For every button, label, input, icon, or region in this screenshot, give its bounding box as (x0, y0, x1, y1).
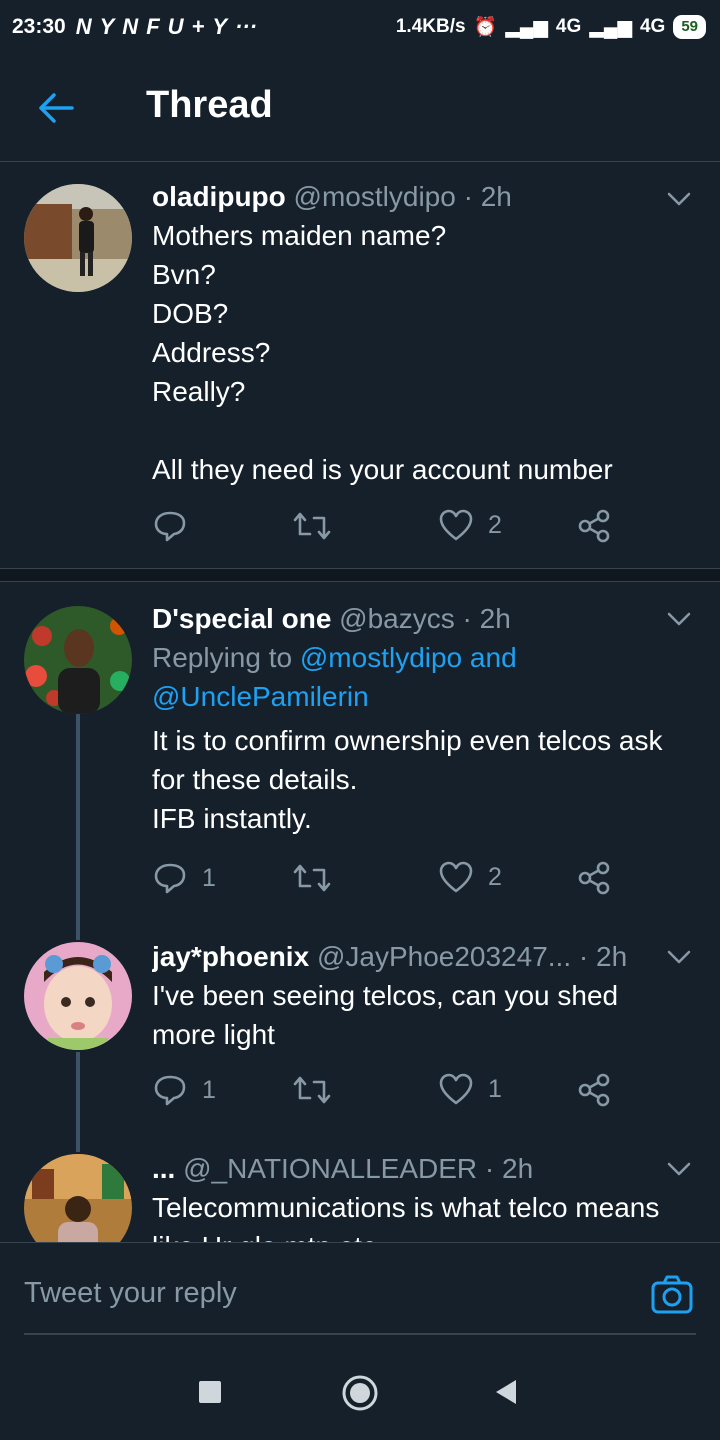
reply-input-underline (24, 1333, 696, 1335)
back-arrow-icon (39, 93, 74, 123)
notification-icon: ··· (235, 14, 258, 39)
user-handle[interactable]: @JayPhoe203247... (317, 941, 571, 972)
network-speed: 1.4KB/s (395, 16, 466, 37)
mention-link[interactable]: @UnclePamilerin (152, 681, 369, 712)
alarm-icon: ⏰ (473, 17, 498, 38)
tweet-text: It is to confirm ownership even telcos a… (152, 725, 663, 834)
like-button[interactable]: 2 (438, 860, 502, 894)
chevron-down-icon[interactable] (664, 604, 694, 634)
chevron-down-icon[interactable] (664, 184, 694, 214)
avatar[interactable] (24, 606, 132, 714)
notification-icon: N (122, 14, 139, 39)
like-count: 1 (488, 1074, 502, 1103)
tweet-text: Telecommunications is what telco means l… (152, 1192, 660, 1242)
notification-icon: F (146, 14, 160, 39)
nav-recents-icon[interactable] (198, 1380, 222, 1404)
reply-icon (154, 511, 186, 542)
replying-label: Replying to (152, 642, 293, 673)
notification-icon: Y (99, 14, 115, 39)
reply-composer: Tweet your reply (0, 1242, 720, 1342)
user-name[interactable]: ... (152, 1153, 175, 1184)
tweet-time: · 2h (578, 941, 628, 972)
retweet-icon (293, 864, 331, 892)
retweet-button[interactable] (292, 1072, 332, 1108)
camera-button[interactable] (650, 1273, 694, 1317)
battery-icon: 59 (673, 15, 706, 39)
like-button[interactable]: 2 (438, 508, 502, 542)
share-icon (578, 509, 610, 543)
tweet-header: jay*phoenix @JayPhoe203247... · 2h (152, 938, 680, 976)
tweet-time: · 2h (462, 603, 511, 634)
system-nav-bar (0, 1342, 720, 1440)
reply-button[interactable] (152, 508, 202, 544)
avatar[interactable] (24, 1154, 132, 1242)
signal-icon: ▂▄▆ (589, 16, 632, 38)
retweet-button[interactable] (292, 860, 332, 896)
share-button[interactable] (576, 508, 612, 544)
tweet-header: ... @_NATIONALLEADER · 2h (152, 1150, 680, 1188)
replying-and[interactable]: and (470, 642, 517, 673)
chevron-down-icon[interactable] (664, 942, 694, 972)
camera-icon (651, 1275, 693, 1314)
reply-icon (154, 1075, 186, 1106)
reply-count: 1 (202, 1075, 216, 1104)
tweet-header: D'special one @bazycs · 2h (152, 600, 680, 638)
notification-icon: N (75, 14, 92, 39)
notification-icon: + (191, 14, 205, 39)
network-type: 4G (639, 16, 666, 37)
retweet-icon (293, 512, 331, 540)
tweet-header: oladipupo @mostlydipo · 2h (152, 178, 680, 216)
user-handle[interactable]: @mostlydipo (294, 181, 456, 212)
like-count: 2 (488, 862, 502, 891)
reply-count: 1 (202, 863, 216, 892)
retweet-icon (293, 1076, 331, 1104)
user-handle[interactable]: @bazycs (339, 603, 455, 634)
nav-home-icon[interactable] (341, 1374, 379, 1412)
tweet[interactable]: D'special one @bazycs · 2h Replying to @… (0, 582, 720, 922)
notification-icons: N Y N F U + Y ··· (76, 14, 257, 40)
signal-icon: ▂▄▆ (505, 16, 548, 38)
tweet[interactable]: jay*phoenix @JayPhoe203247... · 2h I've … (0, 922, 720, 1142)
notification-icon: U (167, 14, 184, 39)
network-type: 4G (555, 16, 582, 37)
top-app-bar: Thread (0, 54, 720, 162)
tweet-time: · 2h (484, 1153, 534, 1184)
share-icon (578, 1073, 610, 1107)
replying-to: Replying to @mostlydipo and @UnclePamile… (152, 638, 680, 716)
notification-icon: Y (212, 14, 228, 39)
tweet-text: Mothers maiden name? Bvn? DOB? Address? … (152, 220, 613, 485)
reply-button[interactable]: 1 (152, 860, 216, 896)
mention-link[interactable]: @mostlydipo (300, 642, 462, 673)
like-button[interactable]: 1 (438, 1072, 502, 1106)
user-handle[interactable]: @_NATIONALLEADER (183, 1153, 477, 1184)
tweet[interactable]: ... @_NATIONALLEADER · 2h Telecommunicat… (0, 1142, 720, 1242)
reply-icon (154, 863, 186, 894)
share-button[interactable] (576, 1072, 612, 1108)
retweet-button[interactable] (292, 508, 332, 544)
status-bar: 23:30 N Y N F U + Y ··· 1.4KB/s ⏰ ▂▄▆ 4G… (0, 0, 720, 54)
nav-back-icon[interactable] (494, 1378, 518, 1406)
like-icon (439, 861, 473, 893)
tweet[interactable]: oladipupo @mostlydipo · 2h Mothers maide… (0, 162, 720, 568)
tweet-time: · 2h (463, 181, 512, 212)
like-icon (439, 1073, 473, 1105)
page-title: Thread (146, 84, 273, 126)
reply-button[interactable]: 1 (152, 1072, 216, 1108)
avatar[interactable] (24, 942, 132, 1050)
reply-input[interactable]: Tweet your reply (24, 1277, 237, 1310)
battery-level: 59 (681, 18, 698, 35)
user-name[interactable]: D'special one (152, 603, 331, 634)
like-count: 2 (488, 510, 502, 539)
avatar[interactable] (24, 184, 132, 292)
tweet-text: I've been seeing telcos, can you shed mo… (152, 980, 619, 1050)
user-name[interactable]: oladipupo (152, 181, 286, 212)
like-icon (439, 509, 473, 541)
share-button[interactable] (576, 860, 612, 896)
share-icon (578, 861, 610, 895)
thread-separator (0, 569, 720, 581)
status-time: 23:30 (12, 15, 66, 38)
back-button[interactable] (30, 82, 82, 134)
user-name[interactable]: jay*phoenix (152, 941, 309, 972)
chevron-down-icon[interactable] (664, 1154, 694, 1184)
